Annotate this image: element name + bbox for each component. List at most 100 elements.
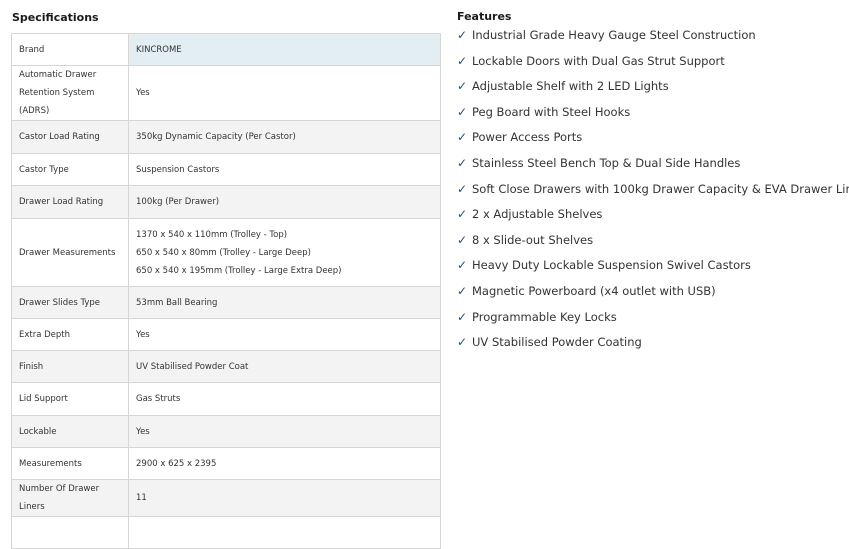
table-row: Drawer Slides Type 53mm Ball Bearing [11,286,441,319]
feature-text: Stainless Steel Bench Top & Dual Side Ha… [472,155,741,170]
spec-label: Lid Support [11,382,129,416]
spec-value-line: 11 [136,493,147,503]
table-row: Finish UV Stabilised Powder Coat [11,350,441,383]
checkmark-icon: ✓ [457,309,468,324]
spec-value-line: Suspension Castors [136,164,220,175]
spec-label: Measurements [11,447,129,480]
feature-text: Adjustable Shelf with 2 LED Lights [472,79,669,94]
list-item: ✓ Industrial Grade Heavy Gauge Steel Cons… [457,23,849,49]
table-row: Drawer Measurements 1370 x 540 x 110mm (… [11,218,441,287]
spec-label: Drawer Load Rating [11,185,129,219]
spec-label [11,516,129,549]
list-item: ✓ Heavy Duty Lockable Suspension Swivel C… [457,253,849,279]
spec-label: Finish [11,350,129,383]
spec-value-line: 1370 x 540 x 110mm (Trolley - Top) [136,229,288,240]
feature-text: Industrial Grade Heavy Gauge Steel Const… [472,28,756,42]
list-item: ✓ 8 x Slide-out Shelves [457,228,849,254]
table-row: Brand KINCROME [11,33,441,66]
feature-text: Power Access Ports [472,130,583,145]
list-item: ✓ Adjustable Shelf with 2 LED Lights [457,74,849,100]
list-item: ✓ Programmable Key Locks [457,305,849,331]
spec-label: Castor Load Rating [11,120,129,154]
spec-value: Yes [128,415,441,448]
table-row: Measurements 2900 x 625 x 2395 [11,447,441,480]
checkmark-icon: ✓ [457,283,468,298]
feature-text: Heavy Duty Lockable Suspension Swivel Ca… [472,258,751,273]
spec-value: Gas Struts [128,382,441,416]
spec-value: 350kg Dynamic Capacity (Per Castor) [128,120,441,154]
spec-value-line: KINCROME [136,44,182,55]
spec-label: Brand [11,33,129,66]
checkmark-icon: ✓ [457,258,468,273]
table-row: Extra Depth Yes [11,318,441,351]
table-row [11,516,441,549]
spec-value-line: Yes [136,88,150,98]
table-row: Lockable Yes [11,415,441,448]
list-item: ✓ 2 x Adjustable Shelves [457,202,849,228]
spec-value-line: 53mm Ball Bearing [136,297,218,308]
spec-value-line: 650 x 540 x 195mm (Trolley - Large Extra… [136,265,342,276]
list-item: ✓ Power Access Ports [457,125,849,151]
table-row: Lid Support Gas Struts [11,382,441,416]
checkmark-icon: ✓ [457,53,468,68]
spec-label: Automatic Drawer Retention System (ADRS) [11,65,129,121]
checkmark-icon: ✓ [457,28,468,42]
list-item: ✓ Soft Close Drawers with 100kg Drawer Ca… [457,177,849,203]
specifications-table: Brand KINCROME Automatic Drawer Retentio… [11,33,441,549]
checkmark-icon: ✓ [457,335,468,350]
list-item: ✓ UV Stabilised Powder Coating [457,330,849,356]
spec-value: 53mm Ball Bearing [128,286,441,319]
checkmark-icon: ✓ [457,104,468,119]
spec-value: 1370 x 540 x 110mm (Trolley - Top) 650 x… [128,218,441,287]
list-item: ✓ Lockable Doors with Dual Gas Strut Supp… [457,49,849,75]
list-item: ✓ Peg Board with Steel Hooks [457,100,849,126]
checkmark-icon: ✓ [457,79,468,94]
table-row: Drawer Load Rating 100kg (Per Drawer) [11,185,441,219]
spec-value-line: Gas Struts [136,394,181,404]
specifications-heading: Specifications [12,11,99,24]
spec-value-line: Yes [136,329,150,340]
table-row: Castor Type Suspension Castors [11,153,441,186]
feature-text: UV Stabilised Powder Coating [472,335,642,350]
spec-value: KINCROME [128,33,441,66]
checkmark-icon: ✓ [457,232,468,247]
spec-value: 2900 x 625 x 2395 [128,447,441,480]
spec-value-line: 2900 x 625 x 2395 [136,458,217,469]
checkmark-icon: ✓ [457,155,468,170]
spec-value: 11 [128,479,441,517]
checkmark-icon: ✓ [457,181,468,196]
spec-label: Number Of Drawer Liners [11,479,129,517]
feature-text: 8 x Slide-out Shelves [472,232,594,247]
feature-text: Peg Board with Steel Hooks [472,104,631,119]
spec-value-line: UV Stabilised Powder Coat [136,361,249,372]
spec-value [128,516,441,549]
spec-value-line: Yes [136,426,150,437]
table-row: Number Of Drawer Liners 11 [11,479,441,517]
list-item: ✓ Stainless Steel Bench Top & Dual Side H… [457,151,849,177]
spec-label: Drawer Measurements [11,218,129,287]
spec-value: Suspension Castors [128,153,441,186]
feature-text: Magnetic Powerboard (x4 outlet with USB) [472,283,716,298]
spec-value: Yes [128,318,441,351]
spec-value-line: 650 x 540 x 80mm (Trolley - Large Deep) [136,247,311,258]
feature-text: Programmable Key Locks [472,309,617,324]
spec-value-line: 350kg Dynamic Capacity (Per Castor) [136,132,296,142]
spec-value-line: 100kg (Per Drawer) [136,197,220,207]
checkmark-icon: ✓ [457,130,468,145]
feature-text: Lockable Doors with Dual Gas Strut Suppo… [472,53,725,68]
spec-value: Yes [128,65,441,121]
spec-label: Drawer Slides Type [11,286,129,319]
feature-text: 2 x Adjustable Shelves [472,207,603,222]
spec-label: Lockable [11,415,129,448]
table-row: Automatic Drawer Retention System (ADRS)… [11,65,441,121]
spec-label: Castor Type [11,153,129,186]
table-row: Castor Load Rating 350kg Dynamic Capacit… [11,120,441,154]
spec-label: Extra Depth [11,318,129,351]
spec-value: 100kg (Per Drawer) [128,185,441,219]
spec-value: UV Stabilised Powder Coat [128,350,441,383]
checkmark-icon: ✓ [457,207,468,222]
features-list: ✓ Industrial Grade Heavy Gauge Steel Cons… [457,23,849,356]
feature-text: Soft Close Drawers with 100kg Drawer Cap… [472,181,849,196]
features-heading: Features [457,10,512,23]
list-item: ✓ Magnetic Powerboard (x4 outlet with USB… [457,279,849,305]
